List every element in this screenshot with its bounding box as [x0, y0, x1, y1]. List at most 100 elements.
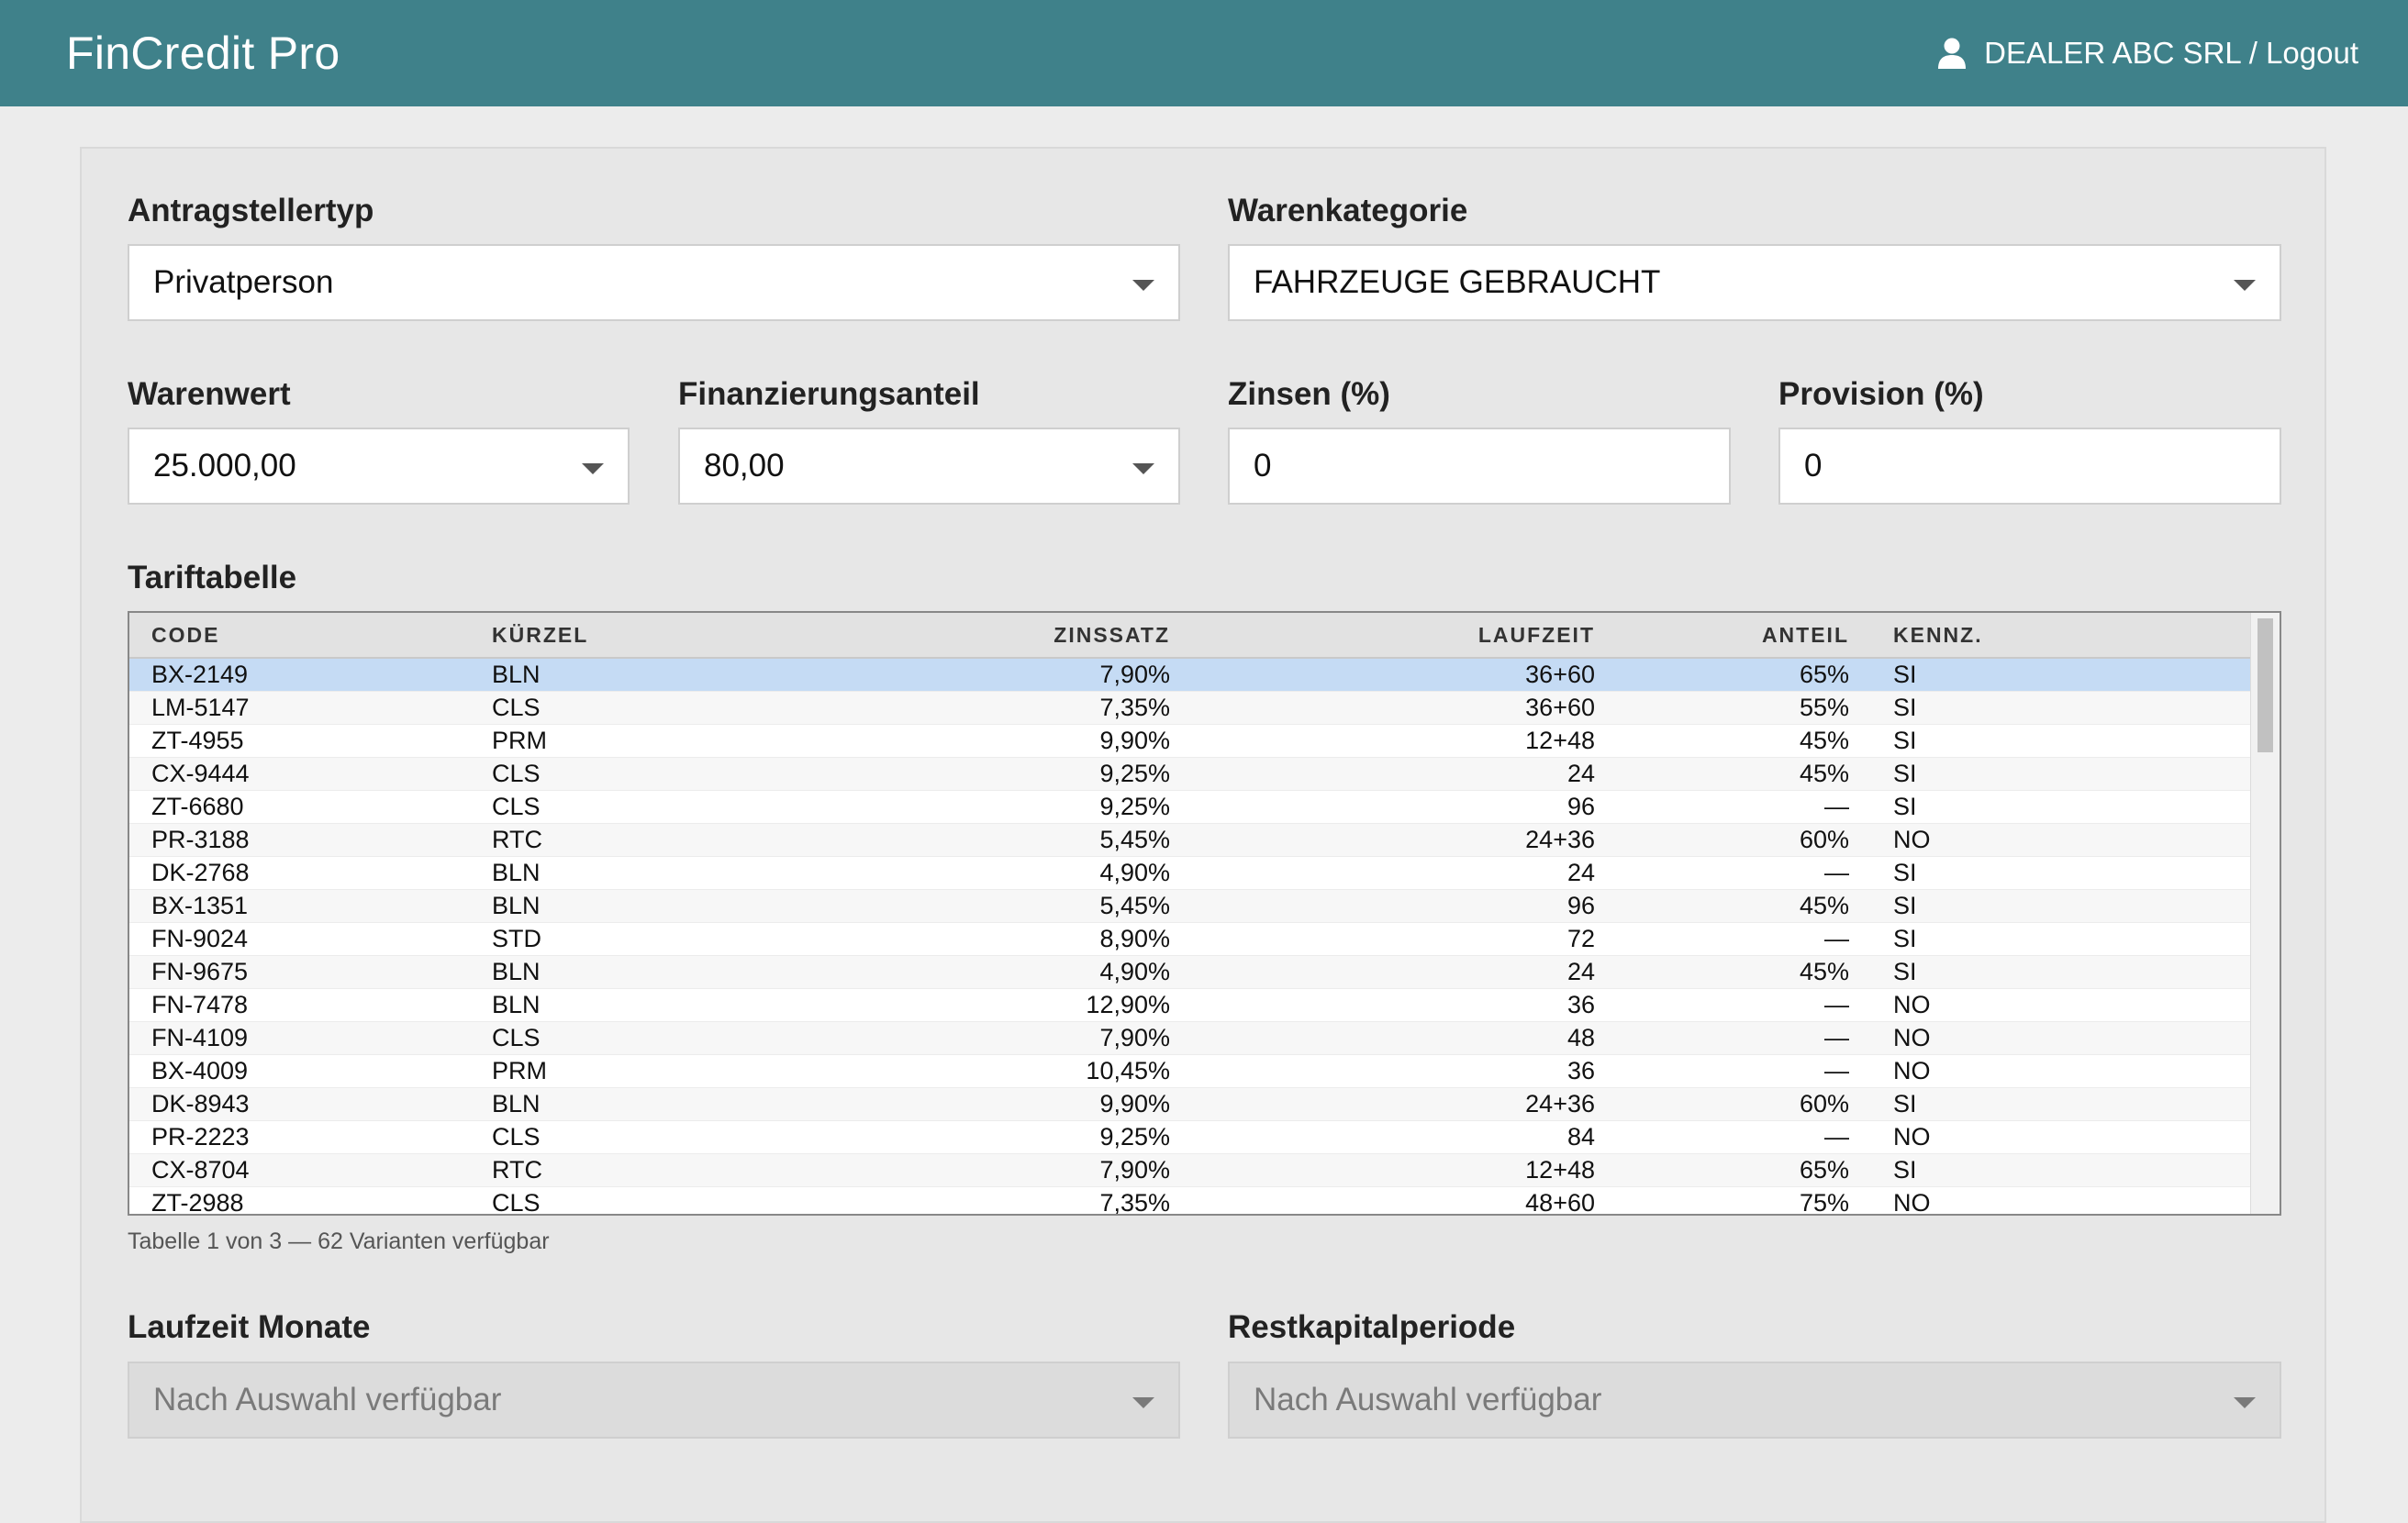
table-row[interactable]: LM-5147 CLS 7,35% 36+60 55% SI: [129, 692, 2253, 725]
cell-laufzeit: 96: [1566, 892, 1595, 919]
chevron-down-icon: [582, 463, 604, 474]
cell-code: BX-2149: [151, 661, 249, 688]
cell-kennz: SI: [1893, 661, 1917, 688]
cell-laufzeit: 24: [1566, 859, 1595, 886]
goods-value-select[interactable]: 25.000,00: [128, 428, 630, 505]
column-header-zinssatz[interactable]: ZINSSATZ: [1054, 613, 1170, 657]
cell-kennz: SI: [1893, 760, 1917, 787]
cell-code: FN-7478: [151, 991, 249, 1018]
table-row[interactable]: FN-4109 CLS 7,90% 48 — NO: [129, 1022, 2253, 1055]
table-row[interactable]: CX-9444 CLS 9,25% 24 45% SI: [129, 758, 2253, 791]
scrollbar-thumb[interactable]: [2258, 618, 2273, 752]
cell-anteil: —: [1824, 925, 1849, 952]
chevron-down-icon: [2234, 280, 2256, 291]
cell-anteil: 45%: [1799, 727, 1849, 754]
residual-period-value: Nach Auswahl verfügbar: [1254, 1382, 1602, 1417]
cell-laufzeit: 96: [1566, 793, 1595, 820]
cell-laufzeit: 36+60: [1525, 694, 1595, 721]
table-row[interactable]: FN-7478 BLN 12,90% 36 — NO: [129, 989, 2253, 1022]
column-header-laufzeit[interactable]: LAUFZEIT: [1478, 613, 1595, 657]
table-row[interactable]: PR-2223 CLS 9,25% 84 — NO: [129, 1121, 2253, 1154]
cell-laufzeit: 48+60: [1525, 1189, 1595, 1216]
table-row[interactable]: ZT-6680 CLS 9,25% 96 — SI: [129, 791, 2253, 824]
cell-kennz: SI: [1893, 1156, 1917, 1184]
cell-laufzeit: 12+48: [1525, 727, 1595, 754]
interest-input[interactable]: 0: [1228, 428, 1731, 505]
residual-period-select[interactable]: Nach Auswahl verfügbar: [1228, 1362, 2281, 1439]
cell-kuerzel: CLS: [492, 1189, 541, 1216]
table-row[interactable]: PR-3188 RTC 5,45% 24+36 60% NO: [129, 824, 2253, 857]
tariff-table: CODE KÜRZEL ZINSSATZ LAUFZEIT ANTEIL KEN…: [128, 611, 2281, 1216]
cell-anteil: —: [1824, 1024, 1849, 1051]
cell-kuerzel: BLN: [492, 958, 541, 985]
cell-kennz: SI: [1893, 958, 1917, 985]
app-header: FinCredit Pro DEALER ABC SRL / Logout: [0, 0, 2408, 106]
residual-period-label: Restkapitalperiode: [1228, 1309, 1516, 1345]
cell-laufzeit: 48: [1566, 1024, 1595, 1051]
cell-laufzeit: 24: [1566, 760, 1595, 787]
term-months-value: Nach Auswahl verfügbar: [153, 1382, 502, 1417]
table-row[interactable]: FN-9024 STD 8,90% 72 — SI: [129, 923, 2253, 956]
cell-kuerzel: CLS: [492, 694, 541, 721]
applicant-type-label: Antragstellertyp: [128, 193, 374, 228]
table-row[interactable]: BX-1351 BLN 5,45% 96 45% SI: [129, 890, 2253, 923]
table-row[interactable]: BX-2149 BLN 7,90% 36+60 65% SI: [129, 659, 2253, 692]
cell-kennz: SI: [1893, 727, 1917, 754]
user-logout-label: DEALER ABC SRL / Logout: [1984, 36, 2358, 70]
column-header-code[interactable]: CODE: [151, 613, 219, 657]
table-row[interactable]: DK-2768 BLN 4,90% 24 — SI: [129, 857, 2253, 890]
table-row[interactable]: ZT-4955 PRM 9,90% 12+48 45% SI: [129, 725, 2253, 758]
cell-code: BX-1351: [151, 892, 249, 919]
cell-laufzeit: 84: [1566, 1123, 1595, 1151]
cell-anteil: 65%: [1799, 1156, 1849, 1184]
cell-anteil: 45%: [1799, 892, 1849, 919]
cell-zinssatz: 4,90%: [1099, 859, 1170, 886]
table-row[interactable]: ZT-2988 CLS 7,35% 48+60 75% NO: [129, 1187, 2253, 1216]
cell-kennz: NO: [1893, 1024, 1931, 1051]
commission-value: 0: [1804, 448, 1823, 484]
cell-anteil: —: [1824, 991, 1849, 1018]
cell-code: BX-4009: [151, 1057, 249, 1084]
cell-kennz: SI: [1893, 793, 1917, 820]
app-title: FinCredit Pro: [66, 28, 340, 79]
financing-share-select[interactable]: 80,00: [678, 428, 1180, 505]
cell-code: ZT-6680: [151, 793, 244, 820]
table-scrollbar[interactable]: [2250, 613, 2280, 1214]
interest-label: Zinsen (%): [1228, 376, 1390, 412]
column-header-kuerzel[interactable]: KÜRZEL: [492, 613, 588, 657]
commission-label: Provision (%): [1778, 376, 1984, 412]
cell-zinssatz: 10,45%: [1086, 1057, 1170, 1084]
cell-anteil: —: [1824, 1123, 1849, 1151]
applicant-type-value: Privatperson: [153, 264, 334, 300]
column-header-kennz[interactable]: KENNZ.: [1893, 613, 1983, 657]
table-row[interactable]: BX-4009 PRM 10,45% 36 — NO: [129, 1055, 2253, 1088]
chevron-down-icon: [1132, 463, 1154, 474]
term-months-select[interactable]: Nach Auswahl verfügbar: [128, 1362, 1180, 1439]
chevron-down-icon: [1132, 1397, 1154, 1408]
cell-zinssatz: 9,25%: [1099, 760, 1170, 787]
cell-zinssatz: 7,90%: [1099, 661, 1170, 688]
cell-code: PR-2223: [151, 1123, 250, 1151]
cell-anteil: 60%: [1799, 1090, 1849, 1117]
cell-anteil: 65%: [1799, 661, 1849, 688]
cell-anteil: 45%: [1799, 760, 1849, 787]
cell-kuerzel: BLN: [492, 991, 541, 1018]
applicant-type-select[interactable]: Privatperson: [128, 244, 1180, 321]
cell-kuerzel: RTC: [492, 1156, 543, 1184]
cell-zinssatz: 9,25%: [1099, 793, 1170, 820]
table-row[interactable]: FN-9675 BLN 4,90% 24 45% SI: [129, 956, 2253, 989]
table-row[interactable]: DK-8943 BLN 9,90% 24+36 60% SI: [129, 1088, 2253, 1121]
cell-code: FN-4109: [151, 1024, 249, 1051]
table-row[interactable]: CX-8704 RTC 7,90% 12+48 65% SI: [129, 1154, 2253, 1187]
cell-kennz: NO: [1893, 1057, 1931, 1084]
column-header-anteil[interactable]: ANTEIL: [1762, 613, 1849, 657]
commission-input[interactable]: 0: [1778, 428, 2281, 505]
cell-code: ZT-4955: [151, 727, 244, 754]
cell-anteil: —: [1824, 793, 1849, 820]
goods-category-label: Warenkategorie: [1228, 193, 1468, 228]
user-logout-link[interactable]: DEALER ABC SRL / Logout: [1936, 31, 2358, 75]
table-footnote: Tabelle 1 von 3 — 62 Varianten verfügbar: [128, 1228, 550, 1254]
cell-laufzeit: 36: [1566, 1057, 1595, 1084]
cell-anteil: 60%: [1799, 826, 1849, 853]
goods-category-select[interactable]: FAHRZEUGE GEBRAUCHT: [1228, 244, 2281, 321]
